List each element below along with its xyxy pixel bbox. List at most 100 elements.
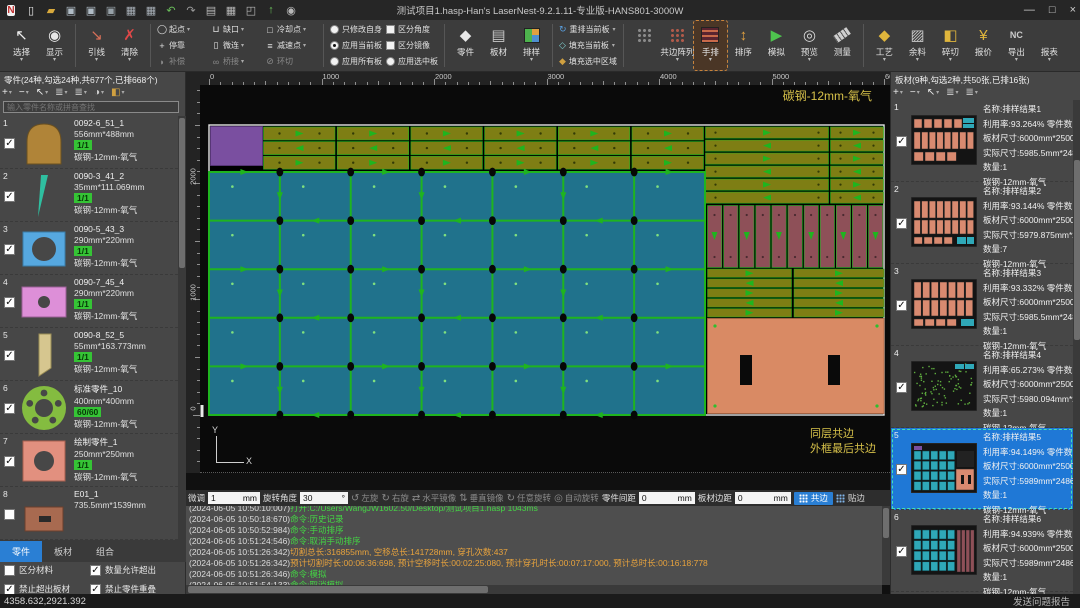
sort-desc-button[interactable]: ≣▾	[966, 87, 978, 98]
sheet-result-item[interactable]: 5名称:排样结果5利用率:94.149% 零件数板材尺寸:6000mm*2500…	[891, 428, 1073, 510]
redo-icon[interactable]: ↷	[184, 3, 198, 17]
ribbon-button-共边阵列[interactable]: 共边阵列▾	[661, 21, 694, 70]
part-checkbox[interactable]	[4, 138, 15, 149]
tool-水平镜像[interactable]: ⇄水平镜像	[412, 492, 456, 504]
ribbon-button-模拟[interactable]: ▶模拟	[760, 21, 793, 70]
open-folder-icon[interactable]: ▰	[44, 3, 58, 17]
checkbox-icon[interactable]	[4, 565, 15, 576]
sort-asc-button[interactable]: ≣▾	[55, 87, 67, 98]
ribbon-button-测量[interactable]: 测量	[826, 21, 859, 70]
part-list-item[interactable]: 6标准零件_10400mm*400mm60/60碳钢-12mm-氧气	[0, 381, 178, 434]
radio-icon[interactable]	[330, 57, 339, 66]
ribbon-button-碎切[interactable]: ◧碎切▾	[934, 21, 967, 70]
tab-sheets[interactable]: 板材	[42, 541, 84, 562]
tab-parts[interactable]: 零件	[0, 541, 42, 562]
calculator-icon[interactable]: ▦	[224, 3, 238, 17]
sheet-result-item[interactable]: 2名称:排样结果2利用率:93.144% 零件数板材尺寸:6000mm*2500…	[891, 182, 1073, 264]
ribbon-mini-填充选中区域[interactable]: ◆填充选中区域	[559, 56, 617, 67]
close-button[interactable]: ×	[1070, 4, 1076, 16]
tool-任意旋转[interactable]: ↻任意旋转	[507, 492, 551, 504]
part-list-item[interactable]: 10092-6_51_1556mm*488mm1/1碳钢-12mm-氧气	[0, 116, 178, 169]
ribbon-mini-补偿[interactable]: ◗补偿	[157, 56, 209, 67]
toggle-区分镜像[interactable]: 区分镜像	[386, 40, 438, 51]
ribbon-mini-填充当前板[interactable]: ◇填充当前板▾	[559, 40, 617, 51]
fine-tune-input[interactable]: 1mm	[208, 492, 260, 504]
select-button[interactable]: ↖▾	[927, 87, 939, 98]
remove-button[interactable]: −▾	[910, 87, 920, 98]
sheet-margin-input[interactable]: 0mm	[735, 492, 791, 504]
radio-icon[interactable]	[386, 57, 395, 66]
ribbon-button-零件[interactable]: ◆零件	[449, 21, 482, 70]
send-report-link[interactable]: 发送问题报告	[1013, 594, 1070, 608]
ribbon-button-排样[interactable]: 排样▾	[515, 21, 548, 70]
maximize-button[interactable]: □	[1049, 4, 1056, 16]
ribbon-button-报表[interactable]: 报表▾	[1033, 21, 1066, 70]
ribbon-mini-微连[interactable]: ▯微连▾	[211, 40, 263, 51]
log-horizontal-scrollbar[interactable]	[186, 585, 882, 594]
ribbon-button-显示[interactable]: ◉显示▾	[38, 21, 71, 70]
ribbon-mini-冷却点[interactable]: □冷却点▾	[265, 24, 317, 35]
ribbon-button-排序[interactable]: ↕排序	[727, 21, 760, 70]
add-button[interactable]: +▾	[893, 87, 903, 98]
new-file-icon[interactable]: ▯	[24, 3, 38, 17]
ribbon-mini-停靠[interactable]: +停靠	[157, 40, 209, 51]
sheet-result-item[interactable]: 6名称:排样结果6利用率:94.939% 零件数板材尺寸:6000mm*2500…	[891, 510, 1073, 592]
gallery-icon[interactable]: ▦	[144, 3, 158, 17]
checkbox-icon[interactable]	[386, 25, 395, 34]
paint-button[interactable]: ◧▾	[111, 87, 124, 98]
ribbon-button-引线[interactable]: ↘引线▾	[80, 21, 113, 70]
state-button[interactable]: ◑▾	[94, 87, 104, 98]
tab-groups[interactable]: 组合	[84, 541, 126, 562]
checkbox-icon[interactable]	[386, 41, 395, 50]
part-checkbox[interactable]	[4, 350, 15, 361]
checkbox-icon[interactable]	[4, 584, 15, 595]
option-数量允许超出[interactable]: 数量允许超出	[90, 564, 182, 576]
part-list-item[interactable]: 40090-7_45_4290mm*220mm1/1碳钢-12mm-氧气	[0, 275, 178, 328]
part-list-item[interactable]: 20090-3_41_235mm*111.069mm1/1碳钢-12mm-氧气	[0, 169, 178, 222]
part-list-item[interactable]: 30090-5_43_3290mm*220mm1/1碳钢-12mm-氧气	[0, 222, 178, 275]
checkbox-icon[interactable]	[90, 565, 101, 576]
log-vertical-scrollbar[interactable]	[882, 506, 890, 585]
document-icon[interactable]: ▤	[204, 3, 218, 17]
tool-自动旋转[interactable]: ◎自动旋转	[554, 492, 599, 504]
export-file-icon[interactable]: ▣	[104, 3, 118, 17]
ribbon-button-余料[interactable]: ▨余料▾	[901, 21, 934, 70]
tool-右旋[interactable]: ↻右旋	[381, 492, 408, 504]
radio-icon[interactable]	[330, 41, 339, 50]
nesting-canvas[interactable]: 碳钢-12mm-氧气 同层共边 外框最后共边 Y X	[200, 85, 890, 473]
select-button[interactable]: ↖▾	[36, 87, 48, 98]
option-区分材料[interactable]: 区分材料	[4, 564, 90, 576]
sheet-result-item[interactable]: 1名称:排样结果1利用率:93.264% 零件数板材尺寸:6000mm*2500…	[891, 100, 1073, 182]
part-checkbox[interactable]	[4, 509, 15, 520]
sheet-checkbox[interactable]	[896, 382, 907, 393]
save-as-icon[interactable]: ▣	[84, 3, 98, 17]
sort-asc-button[interactable]: ≣▾	[946, 87, 958, 98]
ribbon-mini-减速点[interactable]: ≡减速点▾	[265, 40, 317, 51]
sheet-checkbox[interactable]	[896, 464, 907, 475]
sheet-checkbox[interactable]	[896, 218, 907, 229]
ribbon-button-板材[interactable]: ▤板材	[482, 21, 515, 70]
upload-icon[interactable]: ↑	[264, 3, 278, 17]
tool-垂直镜像[interactable]: ⇅垂直镜像	[459, 492, 503, 504]
ribbon-mini-缺口[interactable]: ⊔缺口▾	[211, 24, 263, 35]
user-icon[interactable]: ◉	[284, 3, 298, 17]
toggle-只修改自身[interactable]: 只修改自身	[330, 24, 382, 35]
checkbox-icon[interactable]	[90, 584, 101, 595]
minimize-button[interactable]: —	[1024, 4, 1035, 16]
toggle-应用所有板[interactable]: 应用所有板	[330, 56, 382, 67]
add-button[interactable]: +▾	[2, 87, 12, 98]
ribbon-mini-重排当前板[interactable]: ↻重排当前板▾	[559, 24, 617, 35]
save-icon[interactable]: ▣	[64, 3, 78, 17]
ribbon-button-预览[interactable]: ◎预览▾	[793, 21, 826, 70]
part-list-item[interactable]: 50090-8_52_555mm*163.773mm1/1碳钢-12mm-氧气	[0, 328, 178, 381]
sort-desc-button[interactable]: ≣▾	[75, 87, 87, 98]
part-list-item[interactable]: 8E01_1735.5mm*1539mm	[0, 487, 178, 540]
ribbon-button-手排[interactable]: 手排▾	[694, 21, 727, 70]
ribbon-button-工艺[interactable]: ◆工艺▾	[868, 21, 901, 70]
part-search-input[interactable]	[3, 101, 179, 113]
logo-icon[interactable]: N	[4, 3, 18, 17]
part-checkbox[interactable]	[4, 456, 15, 467]
toggle-区分角度[interactable]: 区分角度	[386, 24, 438, 35]
ribbon-button-array-gray-icon[interactable]	[628, 21, 661, 70]
ribbon-button-报价[interactable]: ¥报价	[967, 21, 1000, 70]
